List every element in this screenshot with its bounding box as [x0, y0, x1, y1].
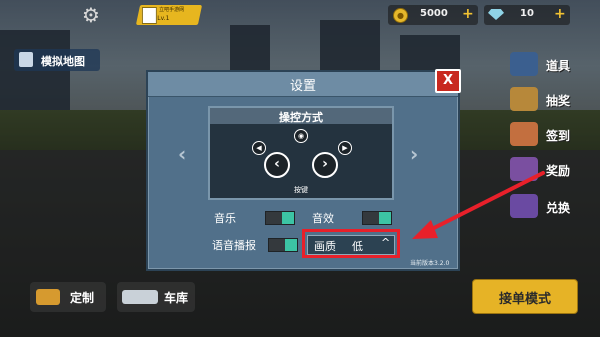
annotation-arrow-icon — [412, 171, 545, 239]
